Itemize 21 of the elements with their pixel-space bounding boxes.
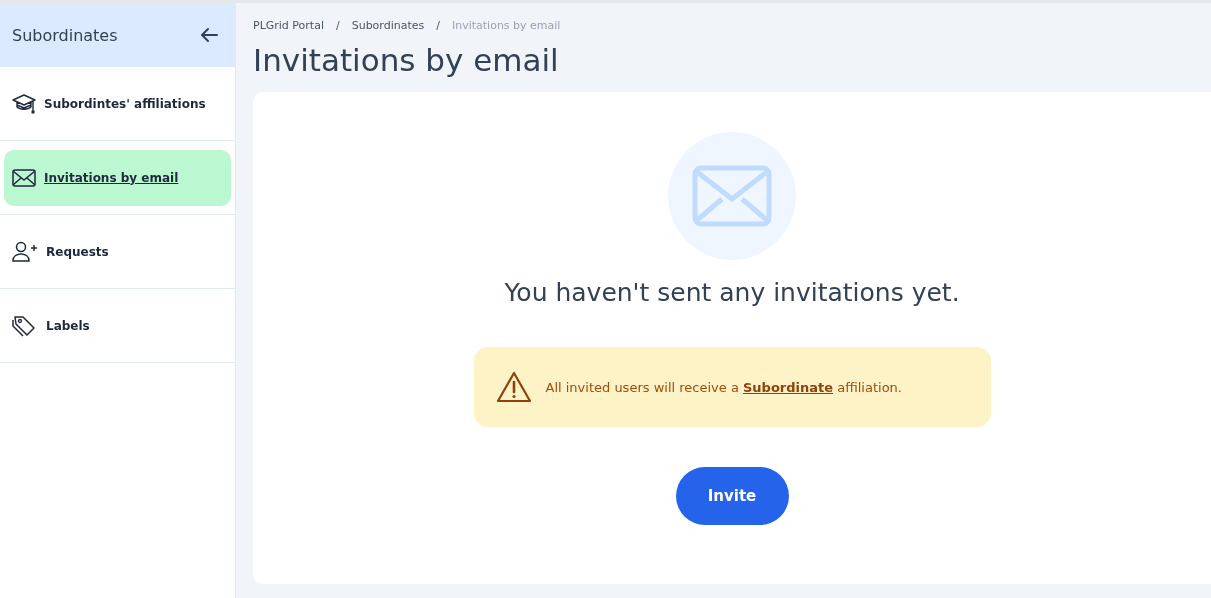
page-title: Invitations by email: [253, 42, 560, 78]
empty-message: You haven't sent any invitations yet.: [504, 278, 960, 307]
notice-text: All invited users will receive a Subordinate affiliation.: [545, 379, 902, 395]
graduation-cap-icon: [12, 91, 36, 116]
tags-icon: [12, 313, 38, 338]
user-plus-icon: [12, 240, 38, 263]
breadcrumb-separator: /: [436, 19, 440, 32]
nav-item[interactable]: Labels: [4, 297, 231, 354]
nav-item[interactable]: Requests: [4, 223, 231, 280]
breadcrumb-separator: /: [335, 19, 340, 32]
breadcrumb-current: Invitations by email: [451, 19, 561, 32]
warning-icon: [495, 371, 532, 403]
sidebar-title: Subordinates: [12, 25, 118, 45]
subordinate-link[interactable]: Subordinate: [743, 379, 834, 395]
envelope-icon: [12, 167, 36, 188]
invite-button[interactable]: Invite: [675, 467, 789, 525]
breadcrumb-link[interactable]: Subordinates: [351, 19, 425, 32]
breadcrumb-link[interactable]: PLGrid Portal: [253, 19, 324, 32]
nav-item[interactable]: Invitations by email: [4, 149, 231, 206]
arrow-left-icon: [199, 27, 219, 43]
nav-item[interactable]: Subordintes' affiliations: [4, 75, 231, 132]
